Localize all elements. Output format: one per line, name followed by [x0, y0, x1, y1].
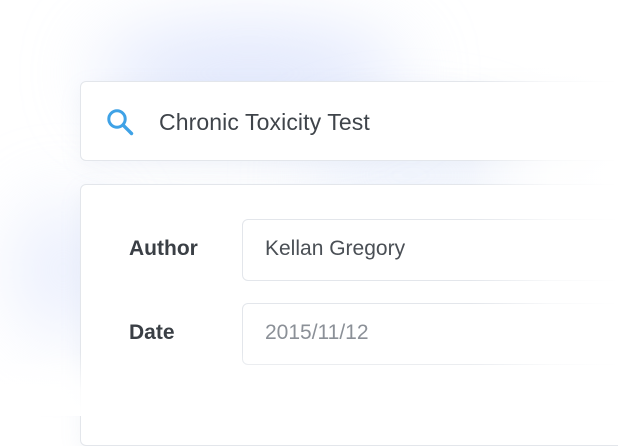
date-field-value[interactable]: 2015/11/12: [265, 318, 369, 348]
date-label: Date: [129, 321, 175, 344]
author-field-value[interactable]: Kellan Gregory: [265, 234, 405, 264]
author-label: Author: [129, 237, 198, 260]
search-input[interactable]: Chronic Toxicity Test: [159, 104, 370, 140]
search-icon[interactable]: [105, 107, 135, 137]
